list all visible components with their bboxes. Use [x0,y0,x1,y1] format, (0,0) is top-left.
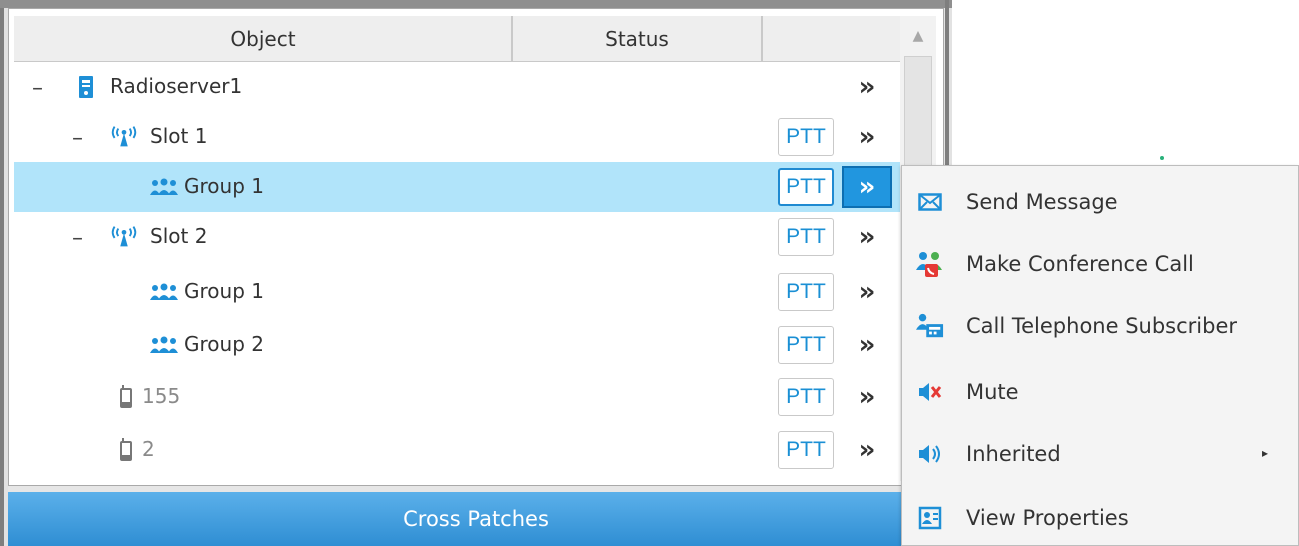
ptt-button[interactable]: PTT [778,118,834,156]
antenna-icon [108,223,140,251]
tree-row-radio-2[interactable]: 2 PTT » [14,425,900,475]
menu-item-label: Send Message [966,190,1118,214]
menu-item-label: Make Conference Call [966,252,1194,276]
context-menu: Send Message Make Conference Call Call T… [901,165,1299,546]
conference-call-icon [916,250,944,278]
more-actions-button[interactable]: » [842,326,892,364]
menu-item-label: Inherited [966,442,1061,466]
frame-right-edge [945,0,949,165]
collapse-toggle[interactable]: – [32,76,43,101]
node-label: Slot 2 [150,224,208,248]
more-actions-button-active[interactable]: » [842,166,892,208]
node-label: Radioserver1 [110,74,243,98]
more-actions-button[interactable]: » [842,378,892,416]
radio-server-icon [70,73,102,101]
node-label: Group 1 [184,174,264,198]
collapse-toggle[interactable]: – [72,226,83,251]
tree-row-radio-155[interactable]: 155 PTT » [14,372,900,422]
more-actions-button[interactable]: » [842,218,892,256]
menu-item-inherited[interactable]: Inherited ▸ [902,430,1298,478]
mute-icon [916,378,944,406]
node-label: Group 2 [184,332,264,356]
table-header: Object Status [14,16,900,62]
ptt-button[interactable]: PTT [778,431,834,469]
menu-item-mute[interactable]: Mute [902,368,1298,416]
status-dot [1160,156,1164,160]
tree-row-slot-2[interactable]: – Slot 2 PTT » [14,212,900,262]
node-label: Slot 1 [150,124,208,148]
ptt-button[interactable]: PTT [778,218,834,256]
submenu-arrow-icon: ▸ [1262,446,1269,460]
scroll-up-icon[interactable]: ▲ [900,16,936,56]
radio-handset-icon [110,383,142,411]
menu-item-view-properties[interactable]: View Properties [902,494,1298,542]
more-actions-button[interactable]: » [842,431,892,469]
envelope-icon [916,188,944,216]
tree-row-group-1-selected[interactable]: Group 1 PTT » [14,162,900,212]
tree-row-radioserver[interactable]: – Radioserver1 » [14,62,900,112]
telephone-subscriber-icon [916,312,944,340]
group-icon [148,173,180,201]
ptt-button[interactable]: PTT [778,168,834,206]
tree-row-group-1[interactable]: Group 1 PTT » [14,267,900,317]
more-actions-button[interactable]: » [842,273,892,311]
properties-icon [916,504,944,532]
menu-item-label: View Properties [966,506,1129,530]
frame-left-edge [0,0,4,546]
tree-row-slot-1[interactable]: – Slot 1 PTT » [14,112,900,162]
radio-handset-icon [110,436,142,464]
more-actions-button[interactable]: » [842,68,892,106]
node-label: 2 [142,437,155,461]
antenna-icon [108,123,140,151]
column-header-status[interactable]: Status [513,16,761,62]
speaker-icon [916,440,944,468]
collapse-toggle[interactable]: – [72,126,83,151]
tree-row-group-2[interactable]: Group 2 PTT » [14,320,900,370]
menu-item-make-conference-call[interactable]: Make Conference Call [902,240,1298,288]
node-label: Group 1 [184,279,264,303]
menu-item-call-telephone-subscriber[interactable]: Call Telephone Subscriber [902,302,1298,350]
more-actions-button[interactable]: » [842,118,892,156]
menu-item-label: Mute [966,380,1019,404]
ptt-button[interactable]: PTT [778,378,834,416]
ptt-button[interactable]: PTT [778,273,834,311]
menu-item-send-message[interactable]: Send Message [902,178,1298,226]
column-header-actions[interactable] [763,16,900,62]
frame-top-edge [0,0,952,8]
menu-item-label: Call Telephone Subscriber [966,314,1238,338]
node-label: 155 [142,384,181,408]
cross-patches-tab[interactable]: Cross Patches [8,492,944,546]
column-header-object[interactable]: Object [14,16,512,62]
ptt-button[interactable]: PTT [778,326,834,364]
group-icon [148,278,180,306]
group-icon [148,331,180,359]
